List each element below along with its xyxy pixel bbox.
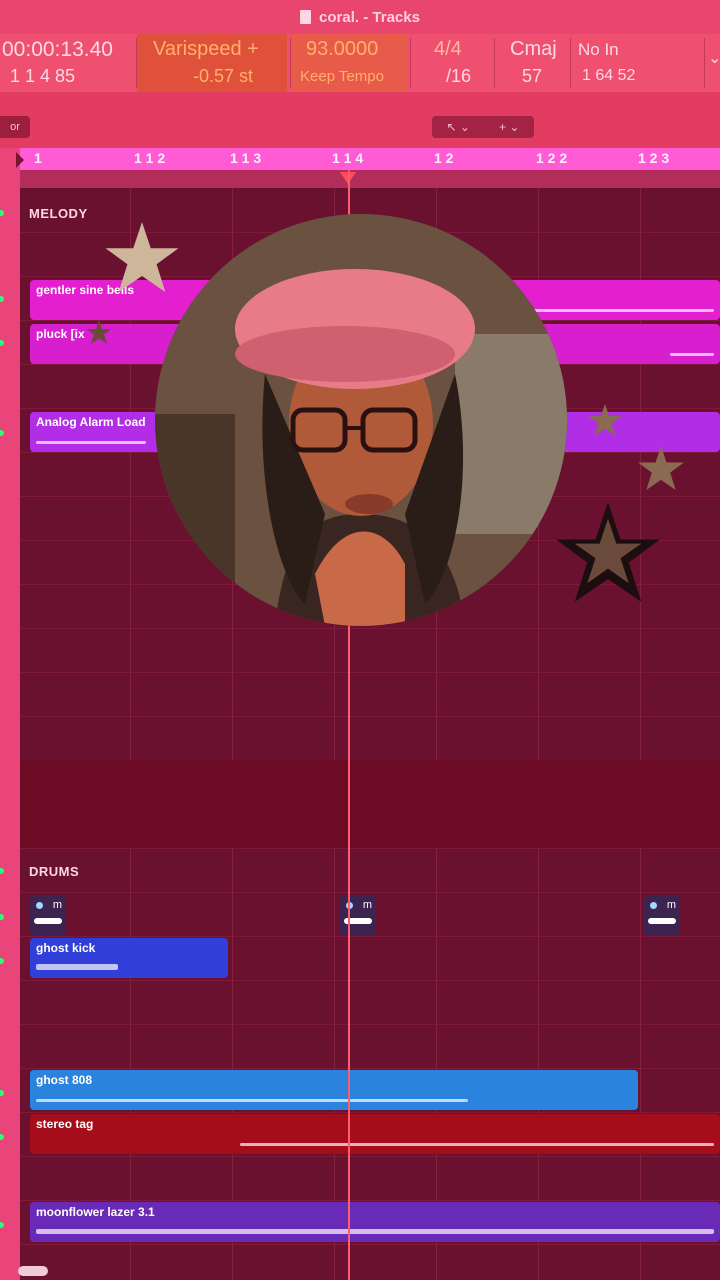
horizontal-scrollbar[interactable] [18, 1266, 48, 1276]
region-stereo-tag[interactable]: stereo tag [30, 1114, 720, 1154]
varispeed-label: Varispeed + [153, 38, 259, 60]
lcd-bars: 1 1 4 85 [10, 66, 76, 86]
track-header-gutter[interactable] [0, 148, 24, 1280]
signature-top: 4/4 [434, 38, 462, 60]
region-waveform [36, 1229, 714, 1234]
track-lane [20, 848, 720, 893]
region-waveform [36, 1099, 468, 1102]
signature-bottom: /16 [446, 66, 472, 86]
track-lane [20, 980, 720, 1025]
mini-waveform [34, 918, 62, 924]
mini-region[interactable]: m [30, 896, 66, 936]
track-active-led [0, 210, 4, 216]
tempo-value: 93.0000 [306, 38, 379, 60]
ruler-label: 1 1 2 [134, 150, 166, 166]
track-lane [20, 672, 720, 717]
region-name: ghost 808 [36, 1073, 93, 1087]
plus-tool-menu[interactable]: + ⌄ [499, 120, 519, 134]
track-active-led [0, 430, 4, 436]
webcam-overlay [155, 214, 567, 626]
region-name: stereo tag [36, 1117, 94, 1131]
region-waveform [510, 309, 714, 312]
ruler-label: 1 2 2 [536, 150, 568, 166]
marker-lane[interactable] [20, 170, 720, 188]
mini-region[interactable]: m [644, 896, 680, 936]
mini-dot [650, 902, 657, 909]
region-name: moonflower lazer 3.1 [36, 1205, 155, 1219]
tempo-mode: Keep Tempo [300, 68, 384, 85]
track-active-led [0, 1134, 4, 1140]
star-sticker-icon [638, 446, 684, 490]
region-ghost-kick[interactable]: ghost kick [30, 938, 228, 978]
varispeed-value: -0.57 st [193, 66, 254, 86]
lcd-signature[interactable]: 4/4 /16 [412, 34, 492, 92]
track-active-led [0, 958, 4, 964]
track-active-led [0, 868, 4, 874]
track-active-led [0, 296, 4, 302]
track-active-led [0, 340, 4, 346]
lcd-varispeed[interactable]: Varispeed + -0.57 st [137, 34, 287, 92]
bar-ruler[interactable]: 1 1 1 2 1 1 3 1 1 4 1 2 1 2 2 1 2 3 [20, 148, 720, 170]
ruler-label: 1 1 3 [230, 150, 262, 166]
midi-in-sub: 1 64 52 [582, 67, 636, 84]
folder-melody-label: MELODY [29, 206, 88, 221]
midi-in-label: No In [578, 40, 619, 59]
region-name: ghost kick [36, 941, 96, 955]
track-active-led [0, 1222, 4, 1228]
key-sub: 57 [522, 66, 543, 86]
track-lane [20, 760, 720, 849]
region-moonflower-lazer[interactable]: moonflower lazer 3.1 [30, 1202, 720, 1242]
lcd-key[interactable]: Cmaj 57 [496, 34, 568, 92]
tracks-toolbar: or ↖ ⌄ + ⌄ [0, 92, 720, 148]
key-value: Cmaj [510, 38, 557, 60]
lcd-divider [494, 38, 495, 88]
play-start-triangle-icon [16, 152, 24, 168]
mini-label: m [52, 899, 62, 911]
region-waveform [240, 1143, 714, 1146]
track-lane [20, 716, 720, 761]
lcd-divider [410, 38, 411, 88]
tool-selector-group: ↖ ⌄ + ⌄ [432, 116, 534, 138]
ruler-label: 1 [34, 150, 42, 166]
region-waveform [36, 964, 118, 970]
pointer-tool-menu[interactable]: ↖ ⌄ [447, 120, 470, 134]
webcam-person-image [155, 214, 567, 626]
toolbar-left-button[interactable]: or [0, 116, 30, 138]
star-sticker-icon [105, 222, 179, 292]
ruler-label: 1 2 [434, 150, 454, 166]
mini-region[interactable]: m [340, 896, 376, 936]
document-icon [300, 10, 312, 24]
lcd-position[interactable]: 00:00:13.40 1 1 4 85 [0, 34, 130, 92]
ruler-label: 1 1 4 [332, 150, 364, 166]
lcd-divider [704, 38, 705, 88]
folder-drums-label: DRUMS [29, 864, 80, 879]
window-title: coral. - Tracks [319, 8, 420, 26]
region-name: pluck [ix [36, 327, 85, 341]
star-sticker-icon [556, 502, 660, 602]
region-name: Analog Alarm Load [36, 415, 146, 429]
track-lane [20, 1156, 720, 1201]
mini-waveform [648, 918, 676, 924]
track-lane [20, 628, 720, 673]
mini-label: m [362, 899, 372, 911]
region-ghost-808[interactable]: ghost 808 [30, 1070, 638, 1110]
lcd-divider [570, 38, 571, 88]
lcd-divider [290, 38, 291, 88]
mini-label: m [666, 899, 676, 911]
star-sticker-icon [86, 320, 112, 344]
lcd-chevron-down-icon[interactable]: ⌄ [708, 48, 720, 68]
region-waveform [36, 441, 146, 444]
track-active-led [0, 1090, 4, 1096]
lcd-display: 00:00:13.40 1 1 4 85 Varispeed + -0.57 s… [0, 34, 720, 92]
mini-dot [36, 902, 43, 909]
lcd-time: 00:00:13.40 [2, 38, 113, 61]
track-lane [20, 1024, 720, 1069]
lcd-midi-in[interactable]: No In 1 64 52 [572, 34, 702, 92]
lcd-tempo[interactable]: 93.0000 Keep Tempo [292, 34, 407, 92]
region-waveform [670, 353, 714, 356]
track-active-led [0, 914, 4, 920]
window-title-bar: coral. - Tracks [0, 0, 720, 34]
star-sticker-icon [588, 404, 622, 436]
ruler-label: 1 2 3 [638, 150, 670, 166]
